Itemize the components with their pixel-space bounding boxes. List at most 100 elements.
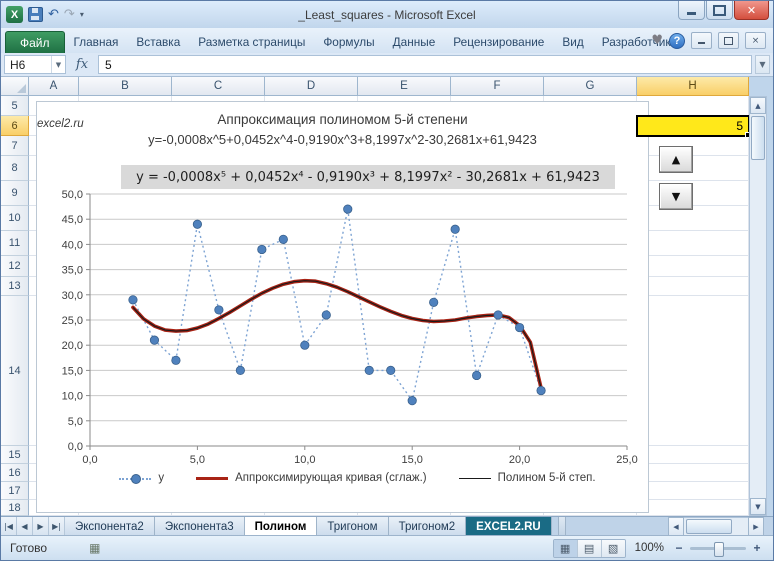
row-header-16[interactable]: 16 [1,464,29,482]
sheet-nav-next-icon[interactable]: ▶ [33,517,49,536]
y-tick-label: 25,0 [62,315,83,327]
zoom-slider-thumb[interactable] [714,541,724,557]
undo-icon[interactable]: ↶ [48,8,59,21]
formula-bar-expand-button[interactable]: ▼ [755,55,770,74]
title-bar: X ↶ ↷ ▾ _Least_squares - Microsoft Excel… [1,1,773,28]
scroll-up-icon[interactable]: ▲ [750,97,766,114]
close-button[interactable]: ✕ [734,1,769,20]
ribbon-tab-2[interactable]: Вставка [127,31,189,53]
column-header-f[interactable]: F [451,77,544,96]
sheet-tab-3[interactable]: Полином [244,517,318,536]
formula-input[interactable]: 5 [98,55,752,74]
series-polynomial-line [132,280,542,389]
cell-a6[interactable]: excel2.ru [37,118,84,130]
row-header-14[interactable]: 14 [1,296,29,446]
scroll-right-icon[interactable]: ▶ [748,517,764,536]
row-header-7[interactable]: 7 [1,136,29,156]
cells-grid[interactable]: excel2.ru 5 Аппроксимация полиномом 5-й … [29,96,749,516]
x-tick-label: 20,0 [509,454,530,466]
spin-up-button[interactable]: ▲ [659,146,693,173]
maximize-button[interactable] [706,1,733,20]
sheet-tab-1[interactable]: Экспонента2 [65,517,155,536]
name-box[interactable]: H6 ▼ [4,55,66,74]
vertical-scrollbar[interactable]: ▲ ▼ [749,96,767,516]
ribbon-tab-6[interactable]: Рецензирование [444,31,553,53]
sheet-nav-first-icon[interactable]: |◀ [1,517,17,536]
workbook-minimize-icon[interactable] [691,32,712,49]
save-icon[interactable] [28,7,43,22]
select-all-corner[interactable] [1,77,29,96]
customize-quick-access-icon[interactable]: ▾ [80,10,84,19]
row-header-12[interactable]: 12 [1,256,29,277]
row-header-9[interactable]: 9 [1,181,29,206]
column-header-h[interactable]: H [637,77,749,96]
row-header-15[interactable]: 15 [1,446,29,464]
legend-label: Полином 5-й степ. [497,472,596,484]
chart[interactable]: Аппроксимация полиномом 5-й степени y=-0… [36,101,649,513]
sheet-nav-prev-icon[interactable]: ◀ [17,517,33,536]
row-header-8[interactable]: 8 [1,156,29,181]
x-tick-label: 0,0 [82,454,97,466]
vertical-scrollbar-thumb[interactable] [751,116,765,160]
data-point [214,305,224,315]
help-icon[interactable]: ? [669,32,685,49]
normal-view-icon[interactable]: ▦ [553,539,578,557]
row-header-17[interactable]: 17 [1,482,29,500]
row-header-5[interactable]: 5 [1,96,29,116]
column-header-g[interactable]: G [544,77,637,96]
minimize-button[interactable] [678,1,705,20]
insert-function-button[interactable]: fx [69,55,95,74]
column-header-c[interactable]: C [172,77,265,96]
spin-down-button[interactable]: ▼ [659,183,693,210]
sheet-nav-last-icon[interactable]: ▶| [49,517,65,536]
workbook-close-icon[interactable]: × [745,32,766,49]
tab-file[interactable]: Файл [5,31,65,53]
row-header-13[interactable]: 13 [1,277,29,296]
column-header-d[interactable]: D [265,77,358,96]
data-point [472,370,482,381]
page-break-view-icon[interactable]: ▧ [601,539,625,557]
sheet-tab-2[interactable]: Экспонента3 [154,517,245,536]
zoom-out-icon[interactable]: − [673,541,685,555]
workbook-restore-icon[interactable] [718,32,739,49]
macro-record-icon[interactable]: ▦ [89,542,100,554]
data-point [536,385,546,396]
y-tick-label: 15,0 [62,365,83,377]
view-buttons: ▦ ▤ ▧ [552,538,626,558]
legend-marker-y [119,474,152,484]
sheet-tab-5[interactable]: Тригоном2 [388,517,467,536]
series-smooth-curve [131,278,543,390]
row-header-10[interactable]: 10 [1,206,29,231]
selected-cell-h6[interactable]: 5 [636,115,749,138]
ribbon-tab-4[interactable]: Формулы [314,31,383,53]
data-point [364,365,374,375]
ribbon-tabs: Главная Вставка Разметка страницы Формулы Да… [65,31,680,53]
ribbon-tab-3[interactable]: Разметка страницы [189,31,314,53]
name-box-dropdown-icon[interactable]: ▼ [51,56,65,73]
horizontal-scrollbar-thumb[interactable] [686,519,732,534]
horizontal-scrollbar[interactable]: ◀ ▶ [668,517,773,536]
excel-logo-icon[interactable]: X [6,6,23,23]
column-header-a[interactable]: A [29,77,79,96]
row-header-11[interactable]: 11 [1,231,29,256]
zoom-slider-track[interactable] [690,541,746,557]
column-header-b[interactable]: B [79,77,172,96]
row-header-18[interactable]: 18 [1,500,29,516]
ribbon-tab-5[interactable]: Данные [384,31,445,53]
page-layout-view-icon[interactable]: ▤ [577,539,602,557]
y-tick-label: 35,0 [62,265,83,277]
data-point [493,310,503,320]
redo-icon[interactable]: ↷ [64,8,75,21]
scroll-left-icon[interactable]: ◀ [668,517,684,536]
column-header-e[interactable]: E [358,77,451,96]
row-header-6[interactable]: 6 [1,116,29,136]
zoom-level[interactable]: 100% [635,542,664,554]
sheet-tab-4[interactable]: Тригоном [317,517,389,536]
ribbon-tab-7[interactable]: Вид [553,31,592,53]
tab-split-handle[interactable] [557,517,566,536]
ribbon-tab-1[interactable]: Главная [65,31,128,53]
horizontal-scrollbar-track[interactable] [684,517,748,536]
scroll-down-icon[interactable]: ▼ [750,498,766,515]
zoom-in-icon[interactable]: + [751,541,763,555]
sheet-tab-6[interactable]: EXCEL2.RU [466,517,552,536]
